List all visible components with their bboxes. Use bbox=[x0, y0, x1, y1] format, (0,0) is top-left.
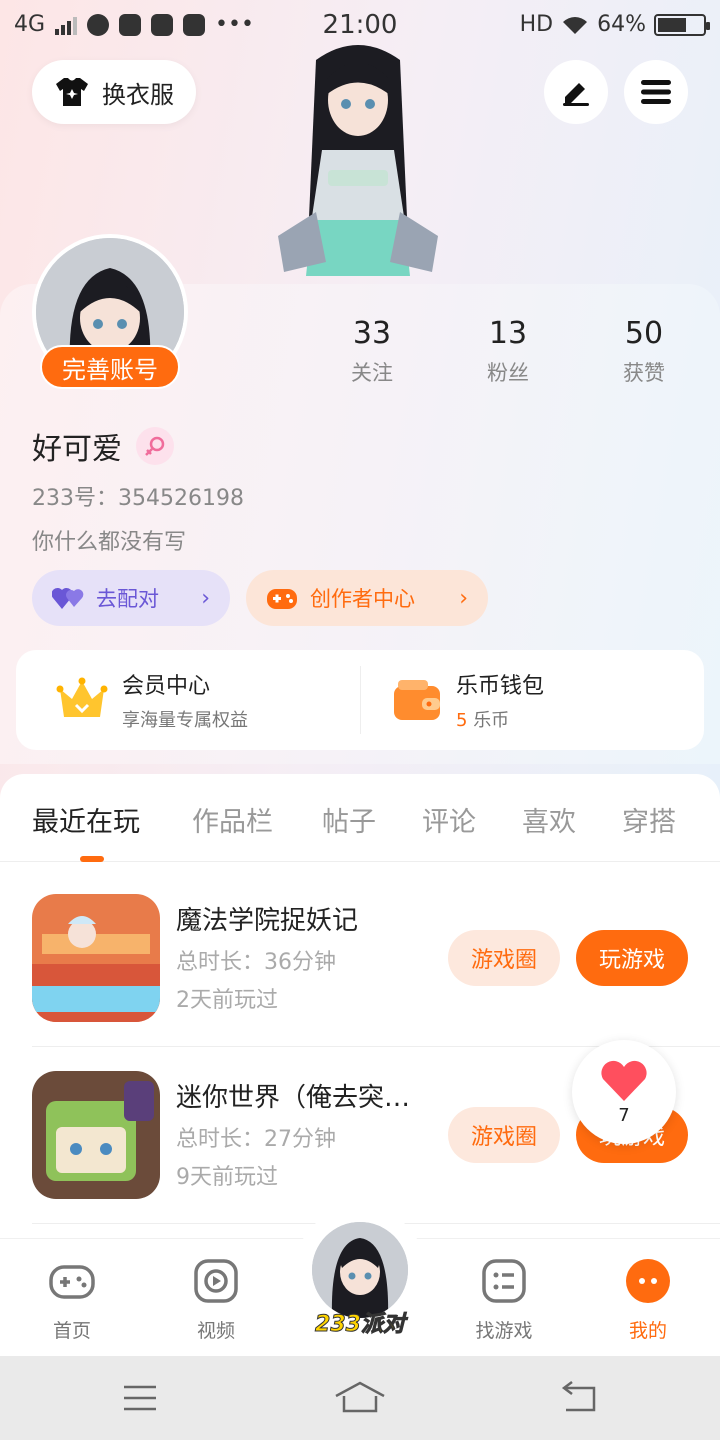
hd-label: HD bbox=[519, 12, 554, 37]
gamepad-icon bbox=[49, 1265, 95, 1299]
avatar-character-image[interactable] bbox=[276, 40, 440, 286]
edit-button[interactable] bbox=[544, 60, 608, 124]
stat-likes-label: 获赞 bbox=[623, 361, 665, 385]
creator-center-button[interactable]: 创作者中心 › bbox=[246, 570, 488, 626]
back-icon[interactable] bbox=[560, 1380, 598, 1414]
profile-tabs: 最近在玩 作品栏 帖子 评论 喜欢 穿搭 bbox=[0, 774, 720, 862]
nickname: 好可爱 bbox=[32, 432, 122, 467]
like-float-button[interactable]: 7 bbox=[572, 1040, 676, 1144]
chevron-right-icon: › bbox=[201, 585, 210, 611]
nav-mine-label: 我的 bbox=[628, 1320, 667, 1342]
menu-icon bbox=[641, 80, 671, 104]
nav-home-label: 首页 bbox=[52, 1320, 91, 1342]
status-right: HD 64% bbox=[519, 12, 710, 37]
battery-icon bbox=[654, 13, 710, 36]
tab-comments[interactable]: 评论 bbox=[422, 800, 476, 839]
stat-fans-value: 13 bbox=[488, 316, 528, 351]
stat-following[interactable]: 33 关注 bbox=[312, 316, 432, 387]
member-center-entry[interactable]: 会员中心 享海量专属权益 bbox=[56, 650, 248, 750]
video-play-icon bbox=[194, 1259, 238, 1303]
crown-icon bbox=[56, 677, 108, 717]
home-icon[interactable] bbox=[334, 1380, 386, 1414]
stat-likes-value: 50 bbox=[624, 316, 664, 351]
game-thumbnail[interactable] bbox=[32, 894, 160, 1022]
party-avatar-image bbox=[312, 1222, 408, 1318]
list-icon bbox=[482, 1259, 526, 1303]
wallet-title: 乐币钱包 bbox=[456, 674, 545, 699]
stat-likes[interactable]: 50 获赞 bbox=[584, 316, 704, 387]
wallet-amount: 5 bbox=[456, 710, 468, 731]
user-bio: 你什么都没有写 bbox=[32, 530, 187, 555]
profile-face-icon bbox=[626, 1259, 670, 1303]
tab-recent-played[interactable]: 最近在玩 bbox=[32, 800, 140, 839]
wifi-icon bbox=[563, 16, 588, 34]
tab-posts[interactable]: 帖子 bbox=[322, 800, 376, 839]
nav-video[interactable]: 视频 bbox=[166, 1257, 266, 1343]
match-button[interactable]: 去配对 › bbox=[32, 570, 230, 626]
tab-likes[interactable]: 喜欢 bbox=[522, 800, 576, 839]
nav-find-games-label: 找游戏 bbox=[475, 1320, 533, 1342]
user-id: 233号：354526198 bbox=[32, 486, 244, 511]
match-label: 去配对 bbox=[96, 587, 159, 611]
pen-icon bbox=[563, 83, 589, 106]
stat-fans[interactable]: 13 粉丝 bbox=[448, 316, 568, 387]
wallet-unit: 乐币 bbox=[473, 710, 510, 731]
menu-button[interactable] bbox=[624, 60, 688, 124]
nav-mine[interactable]: 我的 bbox=[598, 1257, 698, 1343]
member-wallet-card: 会员中心 享海量专属权益 乐币钱包 5 乐币 bbox=[16, 650, 704, 750]
complete-account-badge[interactable]: 完善账号 bbox=[40, 345, 180, 389]
game-thumbnail[interactable] bbox=[32, 1071, 160, 1199]
stat-following-value: 33 bbox=[352, 316, 392, 351]
change-clothes-button[interactable]: 换衣服 bbox=[32, 60, 196, 124]
tab-active-indicator bbox=[80, 856, 104, 862]
nav-video-label: 视频 bbox=[196, 1320, 235, 1342]
wallet-icon bbox=[394, 680, 440, 720]
party-label: 233派对 bbox=[315, 1312, 406, 1338]
stat-fans-label: 粉丝 bbox=[487, 361, 529, 385]
heart-icon bbox=[601, 1060, 647, 1101]
female-gender-icon bbox=[136, 427, 174, 465]
divider bbox=[360, 666, 361, 734]
wallet-entry[interactable]: 乐币钱包 5 乐币 bbox=[392, 650, 544, 750]
gamepad-icon bbox=[267, 589, 297, 609]
battery-percent: 64% bbox=[597, 12, 646, 37]
tab-works[interactable]: 作品栏 bbox=[192, 800, 273, 839]
hearts-icon bbox=[52, 588, 84, 609]
play-game-button[interactable]: 玩游戏 bbox=[576, 930, 688, 986]
stat-following-label: 关注 bbox=[351, 361, 393, 385]
creator-center-label: 创作者中心 bbox=[310, 587, 415, 611]
wallet-balance: 5 乐币 bbox=[456, 706, 544, 732]
member-center-subtitle: 享海量专属权益 bbox=[122, 710, 248, 731]
game-name: 魔法学院捉妖记 bbox=[176, 906, 359, 936]
tshirt-icon bbox=[56, 78, 88, 106]
nickname-row: 好可爱 bbox=[32, 424, 174, 468]
game-duration: 总时长：36分钟 bbox=[176, 950, 336, 975]
system-nav-bar bbox=[0, 1356, 720, 1440]
game-name: 迷你世界（俺去突… bbox=[176, 1083, 411, 1113]
recent-apps-icon[interactable] bbox=[122, 1384, 158, 1412]
tab-outfits[interactable]: 穿搭 bbox=[622, 800, 676, 839]
game-last-played: 2天前玩过 bbox=[176, 988, 278, 1013]
chevron-right-icon: › bbox=[459, 585, 468, 611]
like-count: 7 bbox=[618, 1104, 630, 1126]
party-avatar-button[interactable] bbox=[312, 1222, 408, 1318]
game-duration: 总时长：27分钟 bbox=[176, 1127, 336, 1152]
game-circle-button[interactable]: 游戏圈 bbox=[448, 1107, 560, 1163]
nav-find-games[interactable]: 找游戏 bbox=[454, 1257, 554, 1343]
game-circle-button[interactable]: 游戏圈 bbox=[448, 930, 560, 986]
game-row[interactable]: 魔法学院捉妖记 总时长：36分钟 2天前玩过 游戏圈 玩游戏 bbox=[0, 870, 720, 1046]
change-clothes-label: 换衣服 bbox=[102, 80, 174, 109]
nav-home[interactable]: 首页 bbox=[22, 1257, 122, 1343]
member-center-title: 会员中心 bbox=[122, 674, 211, 699]
game-last-played: 9天前玩过 bbox=[176, 1165, 278, 1190]
